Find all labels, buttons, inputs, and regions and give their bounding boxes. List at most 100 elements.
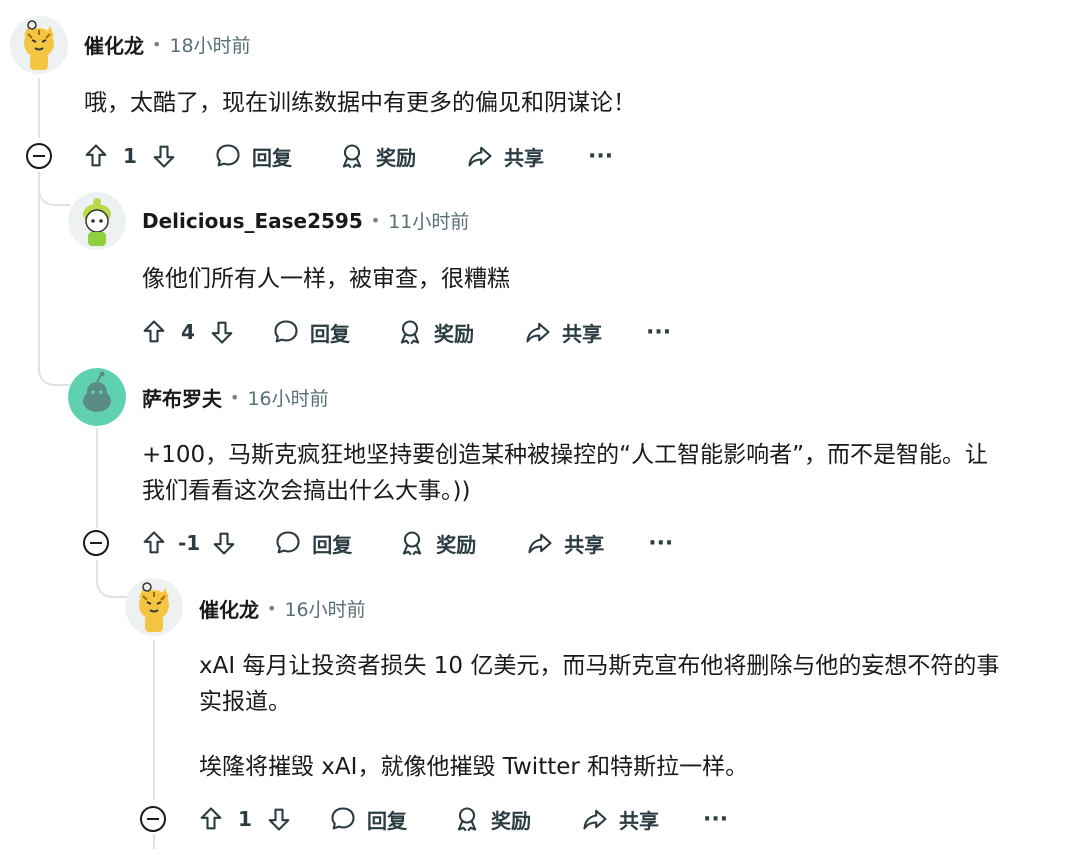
reply-button[interactable]: 回复 [274, 529, 352, 558]
upvote-button[interactable] [140, 318, 168, 346]
share-button[interactable]: 共享 [466, 142, 544, 171]
author-name[interactable]: Delicious_Ease2595 [142, 209, 363, 233]
comment-bubble-icon [216, 144, 240, 167]
avatar[interactable] [68, 192, 126, 250]
separator-dot: • [370, 211, 381, 230]
comment-bubble-icon [276, 531, 300, 554]
share-button[interactable]: 共享 [524, 318, 602, 347]
downvote-icon [153, 145, 175, 168]
comment-actions: 4 回复 奖励 共享 ··· [140, 312, 671, 352]
downvote-icon [213, 532, 235, 555]
more-options-button[interactable]: ··· [703, 807, 728, 832]
share-label: 共享 [564, 532, 605, 557]
vote-score: 1 [123, 144, 137, 168]
thread-line [153, 640, 155, 800]
award-label: 奖励 [491, 808, 531, 833]
downvote-button[interactable] [208, 318, 236, 346]
avatar[interactable] [125, 578, 183, 636]
thread-line [96, 428, 98, 528]
collapse-button[interactable] [140, 806, 166, 832]
vote-score: 1 [238, 807, 252, 831]
comment-text-line: 实报道。 [199, 689, 291, 715]
comment-text-line: 我们看看这次会搞出什么大事。)) [142, 478, 471, 504]
avatar[interactable] [10, 16, 68, 74]
comment-text-line: 埃隆将摧毁 xAI，就像他摧毁 Twitter 和特斯拉一样。 [199, 754, 749, 780]
upvote-button[interactable] [82, 142, 110, 170]
share-button[interactable]: 共享 [526, 529, 604, 558]
author-name[interactable]: 催化龙 [199, 594, 259, 623]
thread-branch [38, 172, 70, 206]
award-icon [400, 320, 420, 345]
author-name[interactable]: 催化龙 [84, 30, 144, 59]
upvote-icon [143, 531, 165, 554]
author-name[interactable]: 萨布罗夫 [142, 383, 222, 412]
share-label: 共享 [619, 808, 659, 833]
downvote-button[interactable] [265, 805, 293, 833]
share-label: 共享 [504, 145, 544, 170]
award-icon [342, 144, 362, 169]
comment-text-line: xAI 每月让投资者损失 10 亿美元，而马斯克宣布他将删除与他的妄想不符的事 [199, 653, 1000, 679]
award-button[interactable]: 奖励 [453, 805, 531, 834]
avatar[interactable] [68, 368, 126, 426]
upvote-button[interactable] [140, 529, 168, 557]
comment-text-line: +100，马斯克疯狂地坚持要创造某种被操控的“人工智能影响者”，而不是智能。让 [142, 442, 989, 468]
vote-score: -1 [178, 531, 201, 555]
thread-branch [96, 560, 128, 598]
comment-actions: -1 回复 奖励 共享 ··· [140, 523, 673, 563]
timestamp[interactable]: 18小时前 [169, 31, 250, 58]
more-options-button[interactable]: ··· [646, 320, 671, 345]
timestamp[interactable]: 16小时前 [284, 595, 365, 622]
thread-line [153, 834, 155, 849]
share-icon [526, 322, 550, 343]
reply-button[interactable]: 回复 [214, 142, 292, 171]
share-icon [468, 146, 492, 167]
downvote-button[interactable] [150, 142, 178, 170]
more-options-button[interactable]: ··· [588, 144, 613, 169]
award-label: 奖励 [376, 145, 416, 170]
separator-dot: • [267, 599, 277, 618]
upvote-button[interactable] [197, 805, 225, 833]
tiger-avatar-icon [10, 16, 68, 74]
share-button[interactable]: 共享 [581, 805, 659, 834]
thread-branch [38, 352, 70, 386]
comment-bubble-icon [331, 807, 355, 830]
award-button[interactable]: 奖励 [398, 529, 476, 558]
comment-header: 萨布罗夫 • 16小时前 [142, 383, 329, 412]
reply-label: 回复 [367, 808, 407, 833]
award-label: 奖励 [436, 532, 477, 557]
tiger-avatar-icon [125, 578, 183, 636]
upvote-icon [143, 320, 165, 343]
award-button[interactable]: 奖励 [396, 318, 474, 347]
downvote-button[interactable] [210, 529, 238, 557]
upvote-icon [85, 144, 107, 167]
timestamp[interactable]: 16小时前 [247, 384, 328, 411]
snoo-avatar-icon [68, 192, 126, 250]
thread-line [38, 78, 40, 138]
share-icon [528, 533, 552, 554]
snoo-avatar-icon [68, 368, 126, 426]
separator-dot: • [152, 35, 162, 54]
collapse-button[interactable] [26, 143, 52, 169]
timestamp[interactable]: 11小时前 [388, 207, 469, 234]
comment-header: 催化龙 • 18小时前 [84, 30, 251, 59]
comment-text: 像他们所有人一样，被审查，很糟糕 [142, 266, 510, 292]
downvote-icon [268, 808, 290, 831]
comment-header: 催化龙 • 16小时前 [199, 594, 366, 623]
downvote-icon [211, 321, 233, 344]
vote-score: 4 [181, 320, 195, 344]
reply-label: 回复 [310, 321, 350, 346]
comment-actions: 1 回复 奖励 共享 ··· [82, 136, 613, 176]
comment-bubble-icon [274, 320, 298, 343]
comment-text: 哦，太酷了，现在训练数据中有更多的偏见和阴谋论！ [84, 90, 636, 116]
share-icon [583, 809, 607, 830]
award-button[interactable]: 奖励 [338, 142, 416, 171]
reply-label: 回复 [312, 532, 353, 557]
reply-label: 回复 [252, 145, 292, 170]
reply-button[interactable]: 回复 [272, 318, 350, 347]
collapse-button[interactable] [83, 530, 109, 556]
share-label: 共享 [562, 321, 602, 346]
separator-dot: • [230, 388, 240, 407]
more-options-button[interactable]: ··· [648, 531, 673, 556]
reply-button[interactable]: 回复 [329, 805, 407, 834]
comment-actions: 1 回复 奖励 共享 ··· [197, 799, 728, 839]
